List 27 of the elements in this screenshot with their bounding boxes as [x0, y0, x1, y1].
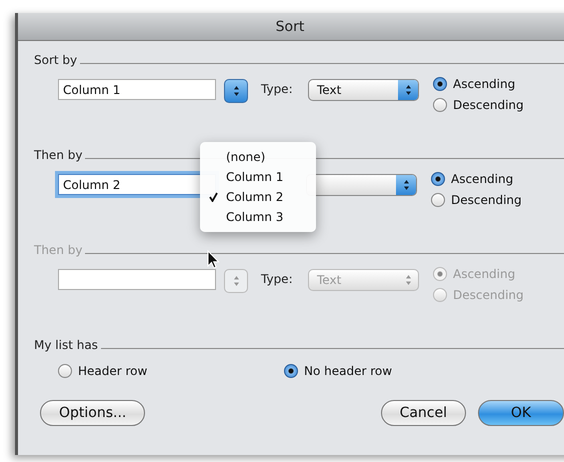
- column-field[interactable]: Column 1: [58, 79, 216, 100]
- radio-button[interactable]: Descending: [433, 98, 524, 112]
- menu-item[interactable]: (none): [200, 147, 316, 167]
- type-popup[interactable]: Text: [308, 79, 419, 101]
- section-label: My list has: [34, 338, 98, 352]
- up-down-arrows-icon: [404, 274, 412, 286]
- radio-button[interactable]: Ascending: [431, 172, 522, 186]
- default-button[interactable]: OK: [478, 400, 564, 426]
- up-down-arrows-icon: [404, 84, 412, 96]
- up-down-arrows-icon: [232, 275, 240, 287]
- type-label: Type:: [261, 272, 294, 286]
- section-label: Sort by: [34, 53, 78, 67]
- pointer-icon: [207, 250, 220, 269]
- combo-button[interactable]: [224, 79, 248, 103]
- up-down-arrows-icon: [232, 85, 240, 97]
- section-label: Then by: [34, 148, 82, 162]
- radio-button[interactable]: Descending: [431, 193, 522, 207]
- window-title: Sort: [276, 18, 304, 34]
- section-label: Then by: [34, 243, 82, 257]
- type-label: Type:: [261, 82, 294, 96]
- radio-button[interactable]: No header row: [284, 364, 510, 378]
- menu-item[interactable]: Column 3: [200, 207, 316, 227]
- up-down-arrows-icon: [402, 179, 410, 191]
- radio-button[interactable]: Header row: [58, 364, 284, 378]
- push-button[interactable]: Cancel: [380, 400, 466, 426]
- push-button[interactable]: Options...: [40, 400, 146, 426]
- radio-button[interactable]: Ascending: [433, 77, 524, 91]
